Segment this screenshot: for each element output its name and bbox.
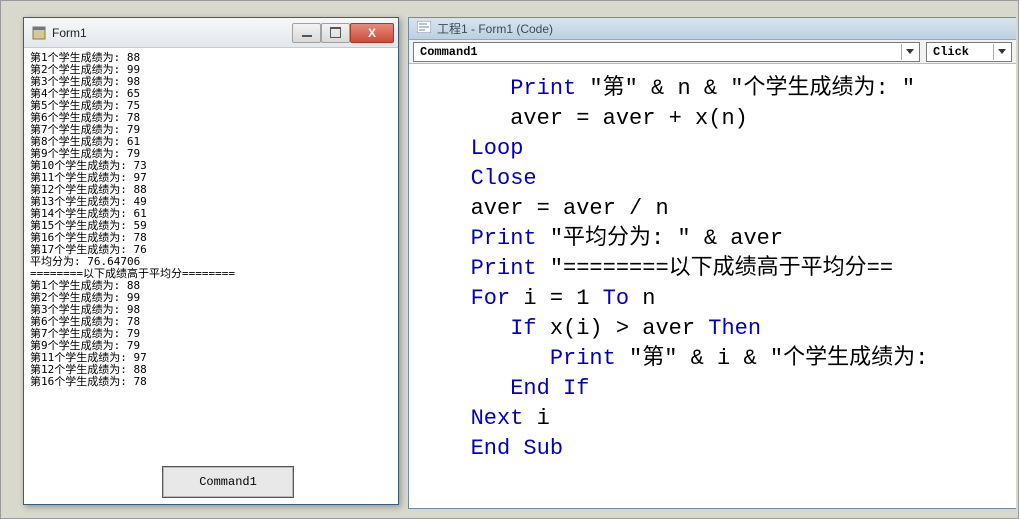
code-line: Next i [431,404,1008,434]
minimize-button[interactable] [292,23,321,43]
code-line: aver = aver + x(n) [431,104,1008,134]
form-icon [32,26,46,40]
code-line: Loop [431,134,1008,164]
code-window-title: 工程1 - Form1 (Code) [437,20,553,37]
close-button[interactable]: X [350,23,394,43]
maximize-button[interactable] [321,23,350,43]
code-line: Print "平均分为: " & aver [431,224,1008,254]
code-line: End If [431,374,1008,404]
code-line: Close [431,164,1008,194]
form1-window: Form1 X 第1个学生成绩为: 88第2个学生成绩为: 99第3个学生成绩为… [23,17,399,505]
chevron-down-icon [993,44,1009,60]
code-line: For i = 1 To n [431,284,1008,314]
code-titlebar[interactable]: 工程1 - Form1 (Code) [409,18,1016,40]
form1-output: 第1个学生成绩为: 88第2个学生成绩为: 99第3个学生成绩为: 98第4个学… [30,52,392,388]
window-buttons: X [292,23,394,43]
code-line: aver = aver / n [431,194,1008,224]
code-line: End Sub [431,434,1008,464]
procedure-dropdown[interactable]: Click [926,42,1012,62]
code-line: Print "========以下成绩高于平均分== [431,254,1008,284]
form1-title: Form1 [52,26,292,40]
code-window: 工程1 - Form1 (Code) Command1 Click Print … [408,17,1016,509]
output-line: 第16个学生成绩为: 78 [30,376,392,388]
chevron-down-icon [901,44,917,60]
code-editor[interactable]: Print "第" & n & "个学生成绩为: " aver = aver +… [409,64,1016,472]
form1-titlebar[interactable]: Form1 X [24,18,398,48]
object-dropdown[interactable]: Command1 [413,42,920,62]
form1-body: 第1个学生成绩为: 88第2个学生成绩为: 99第3个学生成绩为: 98第4个学… [24,48,398,504]
command1-button[interactable]: Command1 [162,466,294,498]
code-line: If x(i) > aver Then [431,314,1008,344]
code-line: Print "第" & n & "个学生成绩为: " [431,74,1008,104]
code-toolbar: Command1 Click [409,40,1016,64]
code-line: Print "第" & i & "个学生成绩为: [431,344,1008,374]
object-dropdown-value: Command1 [420,45,478,59]
procedure-dropdown-value: Click [933,45,969,59]
code-window-icon [417,20,431,38]
